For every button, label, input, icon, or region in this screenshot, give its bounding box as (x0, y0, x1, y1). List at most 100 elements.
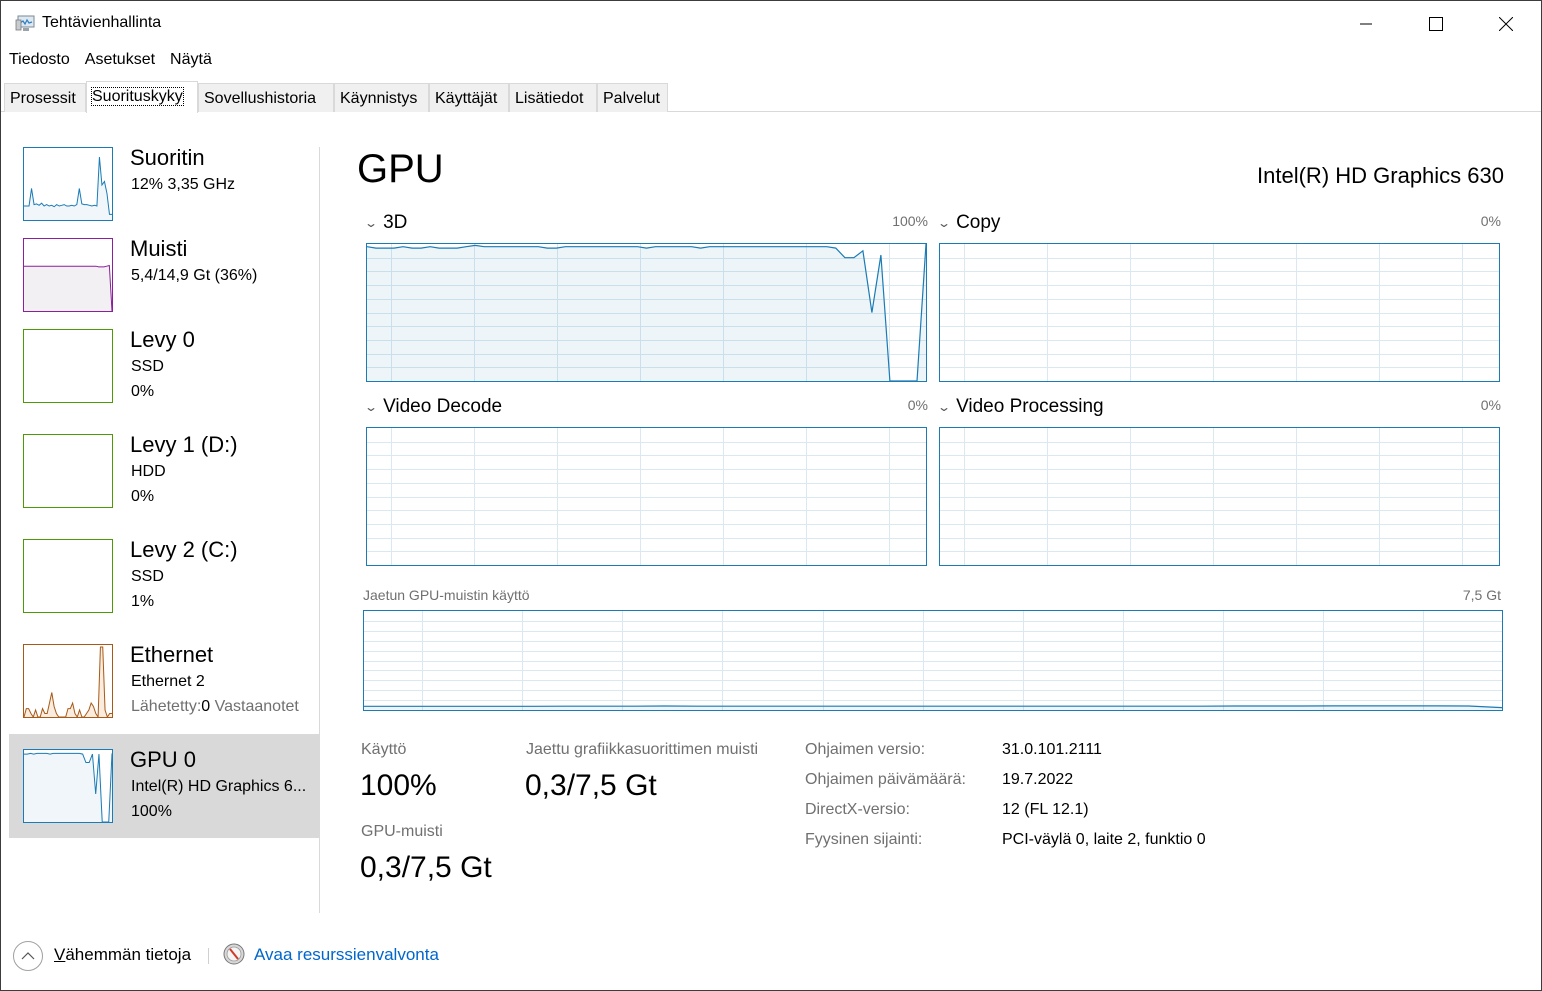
sidebar-item-title: Levy 1 (D:) (130, 432, 238, 457)
tab-label: Käyttäjät (435, 90, 498, 107)
resource-sidebar: Suoritin 12% 3,35 GHz Muisti 5,4/14,9 Gt… (9, 129, 320, 913)
tab-label: Palvelut (603, 90, 660, 107)
chart-video-decode-svg (367, 428, 926, 565)
chart-copy-svg (940, 244, 1499, 381)
tab-users[interactable]: Käyttäjät (429, 83, 509, 112)
sidebar-item-title: Levy 0 (130, 327, 195, 352)
sidebar-item-throughput: Lähetetty:0 Vastaanotet (131, 698, 320, 716)
chevron-down-icon: ⌄ (363, 400, 379, 414)
driver-date-label: Ohjaimen päivämäärä: (805, 771, 966, 788)
directx-version-value: 12 (FL 12.1) (1002, 801, 1089, 818)
gpu-memory-value: 0,3/7,5 Gt (360, 851, 492, 884)
engine-graph-video-decode (366, 427, 927, 566)
title-bar: Tehtävienhallinta (1, 1, 1541, 47)
footer: Vähemmän tietoja Avaa resurssienvalvonta (1, 937, 1541, 977)
received-label: Vastaanotet (214, 698, 299, 715)
tab-details[interactable]: Lisätiedot (509, 83, 597, 112)
open-resource-monitor-link[interactable]: Avaa resurssienvalvonta (254, 945, 439, 965)
sidebar-item-disk-1[interactable]: Levy 1 (D:) HDD 0% (9, 416, 320, 520)
chart-shared-memory-svg (364, 611, 1502, 710)
chevron-down-icon: ⌄ (363, 216, 379, 230)
chevron-up-icon (21, 952, 35, 960)
engine-graph-copy (939, 243, 1500, 382)
sidebar-item-cpu[interactable]: Suoritin 12% 3,35 GHz (9, 129, 320, 233)
chart-video-processing-svg (940, 428, 1499, 565)
gpu-0-thumbnail-graph (23, 749, 113, 823)
sparkline-line (24, 646, 112, 717)
menu-view[interactable]: Näytä (162, 49, 219, 73)
tab-label: Prosessit (10, 90, 76, 107)
close-icon (1499, 17, 1513, 31)
fewer-details-link[interactable]: Vähemmän tietoja (54, 945, 191, 965)
sidebar-item-usage: 1% (131, 593, 155, 610)
sidebar-item-gpu-0[interactable]: GPU 0 Intel(R) HD Graphics 6... 100% (9, 734, 320, 838)
engine-max-label: 100% (892, 213, 928, 229)
window-title: Tehtävienhallinta (42, 14, 162, 31)
physical-location-label: Fyysinen sijainti: (805, 831, 923, 848)
shared-memory-graph (363, 610, 1503, 711)
physical-location-value: PCI-väylä 0, laite 2, funktio 0 (1002, 831, 1206, 848)
sidebar-item-memory[interactable]: Muisti 5,4/14,9 Gt (36%) (9, 220, 320, 324)
fewer-details-toggle[interactable] (13, 941, 43, 971)
page-title: GPU (357, 147, 444, 191)
sidebar-item-type: HDD (131, 463, 166, 480)
close-button[interactable] (1471, 1, 1541, 47)
engine-max-label: 0% (1480, 397, 1501, 413)
sparkline-area (24, 265, 112, 311)
sidebar-item-detail: 12% 3,35 GHz (131, 176, 236, 193)
engine-selector-video-processing[interactable]: ⌄ Video Processing (936, 396, 1104, 418)
sidebar-divider (319, 147, 320, 913)
engine-selector-copy[interactable]: ⌄ Copy (937, 212, 1000, 234)
sparkline-area (24, 753, 112, 822)
resource-monitor-icon (223, 943, 245, 965)
engine-selector-3d[interactable]: ⌄ 3D (363, 212, 408, 234)
engine-label: 3D (383, 212, 408, 233)
tab-services[interactable]: Palvelut (597, 83, 668, 112)
tab-startup[interactable]: Käynnistys (334, 83, 429, 112)
disk-1-thumbnail-graph (23, 434, 113, 508)
engine-graph-3d (366, 243, 927, 382)
shared-memory-value: 0,3/7,5 Gt (525, 769, 657, 802)
engine-graph-video-processing (939, 427, 1500, 566)
sidebar-item-title: Ethernet (130, 642, 214, 667)
sidebar-item-disk-2[interactable]: Levy 2 (C:) SSD 1% (9, 521, 320, 625)
tab-app-history[interactable]: Sovellushistoria (198, 83, 334, 112)
memory-sparkline (24, 264, 112, 311)
sidebar-item-usage: 100% (131, 803, 172, 820)
engine-selector-video-decode[interactable]: ⌄ Video Decode (363, 396, 503, 418)
tab-label: Lisätiedot (515, 90, 584, 107)
sidebar-item-type: SSD (131, 568, 164, 585)
sidebar-item-ethernet[interactable]: Ethernet Ethernet 2 Lähetetty:0 Vastaano… (9, 626, 320, 730)
disk-2-thumbnail-graph (23, 539, 113, 613)
menu-file[interactable]: Tiedosto (1, 49, 77, 73)
chevron-down-icon: ⌄ (936, 400, 952, 414)
sidebar-item-device: Intel(R) HD Graphics 6... (131, 778, 307, 795)
sent-label: Lähetetty: (131, 698, 202, 715)
gpu-device-name: Intel(R) HD Graphics 630 (1257, 163, 1504, 188)
maximize-button[interactable] (1401, 1, 1471, 47)
shared-memory-graph-label: Jaetun GPU-muistin käyttö (363, 587, 530, 603)
sidebar-item-disk-0[interactable]: Levy 0 SSD 0% (9, 311, 320, 415)
tab-processes[interactable]: Prosessit (4, 83, 86, 112)
usage-label: Käyttö (361, 741, 407, 758)
tab-performance[interactable]: Suorituskyky (86, 81, 198, 113)
footer-separator (208, 948, 209, 964)
sidebar-item-title: Suoritin (130, 145, 205, 170)
shared-memory-max-label: 7,5 Gt (1462, 587, 1501, 603)
menu-bar: Tiedosto Asetukset Näytä (1, 49, 219, 73)
menu-settings[interactable]: Asetukset (77, 49, 162, 73)
chart-3d-svg (367, 244, 926, 381)
driver-version-value: 31.0.101.2111 (1002, 741, 1102, 758)
sidebar-item-adapter: Ethernet 2 (131, 673, 205, 690)
sidebar-item-detail: 5,4/14,9 Gt (36%) (131, 267, 258, 284)
engine-label: Video Decode (383, 396, 503, 417)
sidebar-item-title: GPU 0 (130, 747, 197, 772)
minimize-button[interactable] (1331, 1, 1401, 47)
memory-thumbnail-graph (23, 238, 113, 312)
task-manager-icon (15, 15, 35, 31)
sidebar-item-title: Muisti (130, 236, 188, 261)
gpu-sparkline (24, 752, 112, 822)
sidebar-item-title: Levy 2 (C:) (130, 537, 238, 562)
driver-version-label: Ohjaimen versio: (805, 741, 926, 758)
engine-max-label: 0% (907, 397, 928, 413)
